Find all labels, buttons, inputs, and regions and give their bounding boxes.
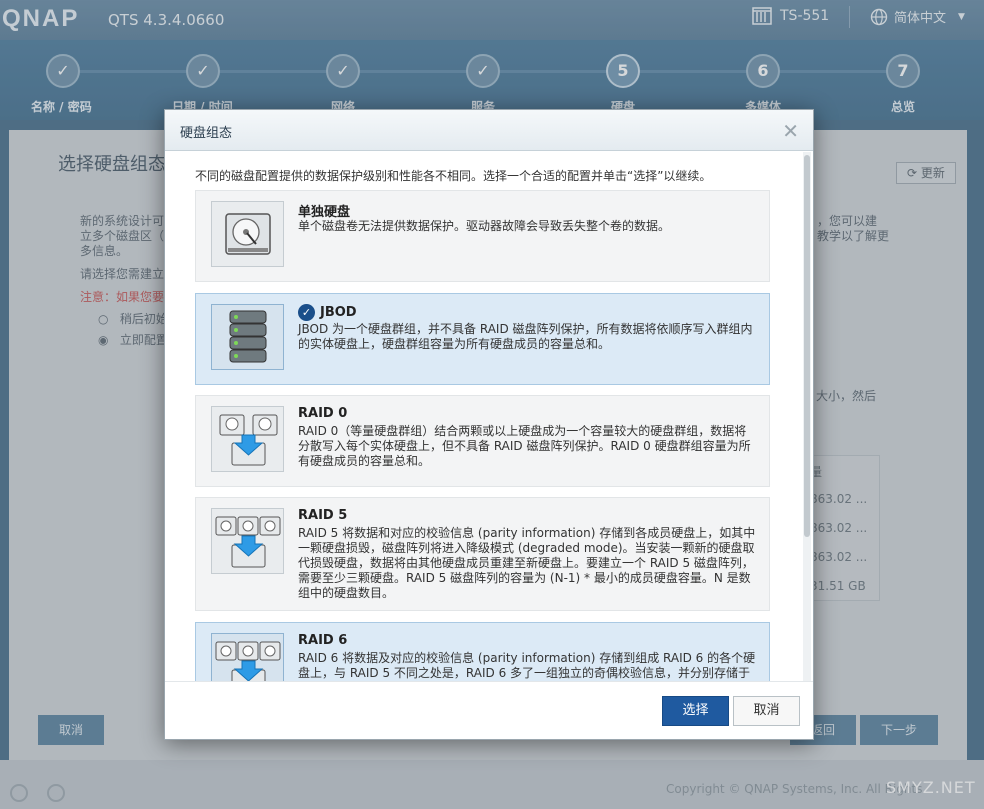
option-raid6[interactable]: RAID 6 RAID 6 将数据及对应的校验信息 (parity inform… [195,622,770,681]
option-title-text: RAID 0 [298,406,348,421]
option-title-text: 单独硬盘 [298,205,351,220]
raid0-icon [211,406,284,472]
check-icon: ✓ [298,304,315,321]
dialog-footer: 选择 取消 [165,681,813,739]
disk-config-dialog: 硬盘组态 ✕ 不同的磁盘配置提供的数据保护级别和性能各不相同。选择一个合适的配置… [164,109,814,740]
option-description: RAID 5 将数据和对应的校验信息 (parity information) … [298,526,756,600]
close-icon[interactable]: ✕ [782,119,799,143]
dialog-intro: 不同的磁盘配置提供的数据保护级别和性能各不相同。选择一个合适的配置并单击“选择”… [195,169,712,183]
dialog-header: 硬盘组态 ✕ [165,110,813,151]
option-title-text: JBOD [320,305,357,320]
select-button[interactable]: 选择 [662,696,729,726]
option-title: 单独硬盘 [298,201,350,220]
dialog-body[interactable]: 不同的磁盘配置提供的数据保护级别和性能各不相同。选择一个合适的配置并单击“选择”… [165,152,813,681]
option-description: RAID 0（等量硬盘群组）结合两颗或以上硬盘成为一个容量较大的硬盘群组，数据将… [298,424,751,468]
option-description: RAID 6 将数据及对应的校验信息 (parity information) … [298,651,756,680]
option-title-text: RAID 5 [298,508,348,523]
option-title: RAID 0 [298,406,347,421]
scrollbar-thumb[interactable] [804,155,810,537]
raid5-icon [211,508,284,574]
option-title-text: RAID 6 [298,633,348,648]
option-raid5[interactable]: RAID 5 RAID 5 将数据和对应的校验信息 (parity inform… [195,497,770,611]
dialog-title: 硬盘组态 [180,126,233,141]
raid6-icon [211,633,284,681]
option-single-disk[interactable]: 单独硬盘 单个磁盘卷无法提供数据保护。驱动器故障会导致丢失整个卷的数据。 [195,190,770,282]
option-jbod[interactable]: ✓ JBOD JBOD 为一个硬盘群组，并不具备 RAID 磁盘阵列保护，所有数… [195,293,770,385]
option-description: JBOD 为一个硬盘群组，并不具备 RAID 磁盘阵列保护，所有数据将依顺序写入… [298,322,753,351]
option-title: RAID 5 [298,508,347,523]
single-disk-icon [211,201,284,267]
option-description: 单个磁盘卷无法提供数据保护。驱动器故障会导致丢失整个卷的数据。 [298,219,671,233]
jbod-stack-icon [211,304,284,370]
option-title: ✓ JBOD [298,304,357,321]
option-title: RAID 6 [298,633,347,648]
cancel-button[interactable]: 取消 [733,696,800,726]
option-raid0[interactable]: RAID 0 RAID 0（等量硬盘群组）结合两颗或以上硬盘成为一个容量较大的硬… [195,395,770,487]
